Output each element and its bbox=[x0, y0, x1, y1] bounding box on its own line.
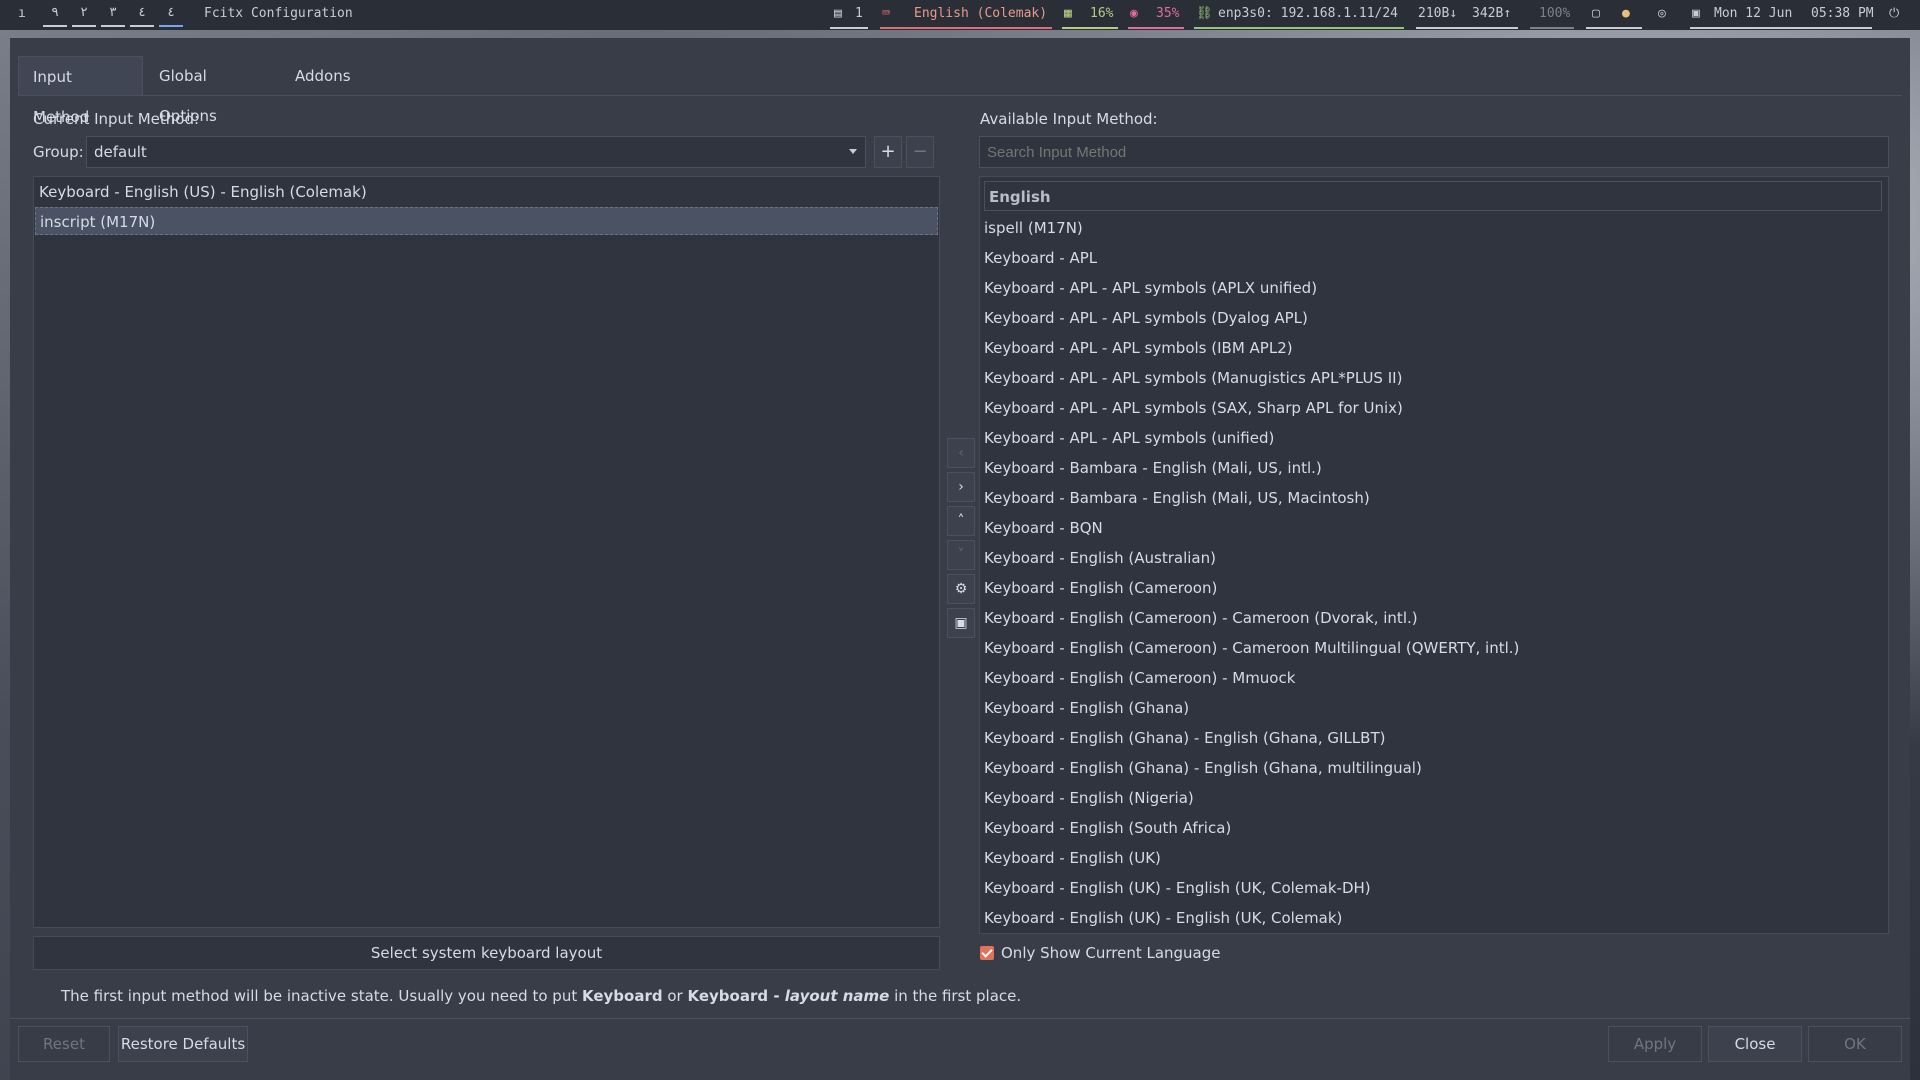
cpu-usage: 35% bbox=[1156, 6, 1180, 21]
workspace-4[interactable]: ٤ bbox=[130, 5, 154, 27]
window-count: 1 bbox=[855, 6, 863, 21]
group-select-value: default bbox=[94, 143, 147, 161]
chevron-down-icon: ˅ bbox=[957, 547, 965, 563]
privacy-eye-icon[interactable]: ◎ bbox=[1658, 6, 1666, 21]
available-im-item[interactable]: Keyboard - English (Cameroon) bbox=[984, 573, 1217, 603]
available-im-item[interactable]: Keyboard - APL - APL symbols (APLX unifi… bbox=[984, 273, 1317, 303]
list-item[interactable]: Keyboard - English (US) - English (Colem… bbox=[35, 178, 938, 206]
available-im-list: English ispell (M17N) Keyboard - APL Keybo… bbox=[979, 176, 1889, 934]
current-im-title: Current Input Method: bbox=[33, 110, 200, 128]
chevron-right-icon: › bbox=[958, 479, 964, 495]
available-im-item[interactable]: Keyboard - English (Australian) bbox=[984, 543, 1216, 573]
tab-input-method[interactable]: Input Method bbox=[18, 56, 143, 126]
tab-global-options[interactable]: Global Options bbox=[145, 56, 231, 125]
screen-icon[interactable]: ▢ bbox=[1592, 6, 1600, 21]
group-select[interactable]: default bbox=[86, 136, 866, 168]
calendar-icon: ▣ bbox=[1692, 6, 1700, 21]
hint-text: The first input method will be inactive … bbox=[61, 987, 1022, 1005]
gear-icon: ⚙ bbox=[954, 581, 968, 597]
memory-icon: ▦ bbox=[1064, 6, 1072, 21]
move-up-button[interactable]: ˄ bbox=[947, 506, 975, 536]
network-icon: ⛓ bbox=[1196, 6, 1213, 21]
date-text: Mon 12 Jun bbox=[1714, 6, 1793, 21]
tab-divider bbox=[18, 95, 1902, 96]
apply-button[interactable]: Apply bbox=[1608, 1026, 1702, 1062]
select-keyboard-layout-button[interactable]: Select system keyboard layout bbox=[33, 936, 940, 970]
close-button[interactable]: Close bbox=[1708, 1026, 1802, 1062]
configure-button[interactable]: ⚙ bbox=[947, 574, 975, 604]
tray-icon[interactable]: ● bbox=[1622, 6, 1630, 21]
available-im-item[interactable]: ispell (M17N) bbox=[984, 213, 1083, 243]
time-text: 05:38 PM bbox=[1811, 6, 1874, 21]
group-header: English bbox=[984, 181, 1882, 211]
workspace-5[interactable]: ٤ bbox=[159, 5, 183, 27]
available-im-item[interactable]: Keyboard - English (UK) bbox=[984, 843, 1161, 873]
menu-indicator: ı bbox=[18, 6, 26, 21]
available-im-item[interactable]: Keyboard - APL bbox=[984, 243, 1097, 273]
chevron-down-icon bbox=[849, 149, 857, 154]
window-title: Fcitx Configuration bbox=[204, 6, 353, 21]
chevron-up-icon: ˄ bbox=[957, 513, 965, 529]
group-label: Group: bbox=[33, 143, 84, 161]
add-group-button[interactable]: + bbox=[874, 136, 902, 168]
move-left-button[interactable]: ‹ bbox=[947, 438, 975, 468]
upload-rate: 342B↑ bbox=[1472, 6, 1512, 21]
available-im-item[interactable]: Keyboard - APL - APL symbols (IBM APL2) bbox=[984, 333, 1293, 363]
available-im-item[interactable]: Keyboard - English (Ghana) - English (Gh… bbox=[984, 753, 1422, 783]
cpu-icon: ◉ bbox=[1130, 6, 1138, 21]
network-status: enp3s0: 192.168.1.11/24 bbox=[1218, 6, 1399, 21]
current-im-list: Keyboard - English (US) - English (Colem… bbox=[33, 176, 940, 928]
only-current-language-label[interactable]: Only Show Current Language bbox=[1001, 944, 1221, 962]
layout-preview-button[interactable]: ▣ bbox=[947, 608, 975, 638]
list-item-selected[interactable]: inscript (M17N) bbox=[35, 207, 938, 235]
available-im-item[interactable]: Keyboard - APL - APL symbols (Manugistic… bbox=[984, 363, 1402, 393]
available-im-title: Available Input Method: bbox=[980, 110, 1158, 128]
search-input[interactable] bbox=[979, 136, 1889, 168]
available-im-item[interactable]: Keyboard - English (UK) - English (UK, C… bbox=[984, 903, 1342, 933]
power-icon[interactable]: ⏻ bbox=[1889, 6, 1899, 21]
volume-level[interactable]: 100% bbox=[1539, 6, 1570, 21]
workspace-2[interactable]: ٢ bbox=[72, 5, 96, 27]
available-im-item[interactable]: Keyboard - English (Nigeria) bbox=[984, 783, 1194, 813]
available-im-item[interactable]: Keyboard - English (Ghana) - English (Gh… bbox=[984, 723, 1385, 753]
keyboard-icon: ⌨ bbox=[882, 6, 890, 21]
keyboard-layout-icon: ▣ bbox=[954, 615, 968, 631]
available-im-item[interactable]: Keyboard - APL - APL symbols (SAX, Sharp… bbox=[984, 393, 1403, 423]
restore-defaults-button[interactable]: Restore Defaults bbox=[118, 1026, 248, 1062]
workspace-1[interactable]: ٩ bbox=[43, 5, 67, 27]
window-list-icon: ▤ bbox=[834, 6, 842, 21]
available-im-item[interactable]: Keyboard - English (Cameroon) - Cameroon… bbox=[984, 633, 1519, 663]
move-down-button[interactable]: ˅ bbox=[947, 540, 975, 570]
available-im-item[interactable]: Keyboard - English (Ghana) bbox=[984, 693, 1189, 723]
available-im-item[interactable]: Keyboard - APL - APL symbols (Dyalog APL… bbox=[984, 303, 1308, 333]
available-im-item[interactable]: Keyboard - Bambara - English (Mali, US, … bbox=[984, 483, 1370, 513]
available-im-item[interactable]: Keyboard - English (Cameroon) - Cameroon… bbox=[984, 603, 1418, 633]
tab-addons[interactable]: Addons bbox=[281, 56, 365, 96]
remove-group-button[interactable]: − bbox=[906, 136, 934, 168]
workspace-3[interactable]: ٣ bbox=[101, 5, 125, 27]
keyboard-layout[interactable]: English (Colemak) bbox=[914, 6, 1047, 21]
move-right-button[interactable]: › bbox=[947, 472, 975, 502]
reset-button[interactable]: Reset bbox=[18, 1026, 110, 1062]
memory-usage: 16% bbox=[1090, 6, 1114, 21]
ok-button[interactable]: OK bbox=[1808, 1026, 1902, 1062]
available-im-item[interactable]: Keyboard - Bambara - English (Mali, US, … bbox=[984, 453, 1322, 483]
only-current-language-checkbox[interactable] bbox=[980, 946, 994, 960]
fcitx-config-dialog: Input Method Global Options Addons Curre… bbox=[10, 38, 1910, 1080]
available-im-item[interactable]: Keyboard - APL - APL symbols (unified) bbox=[984, 423, 1274, 453]
top-status-bar: ı ٩ ٢ ٣ ٤ ٤ Fcitx Configuration ▤ 1 ⌨ En… bbox=[0, 0, 1920, 30]
available-im-item[interactable]: Keyboard - English (South Africa) bbox=[984, 813, 1231, 843]
chevron-left-icon: ‹ bbox=[958, 445, 964, 461]
download-rate: 210B↓ bbox=[1418, 6, 1458, 21]
footer-divider bbox=[10, 1018, 1910, 1019]
available-im-item[interactable]: Keyboard - English (Cameroon) - Mmuock bbox=[984, 663, 1295, 693]
available-im-item[interactable]: Keyboard - BQN bbox=[984, 513, 1103, 543]
available-im-item[interactable]: Keyboard - English (UK) - English (UK, C… bbox=[984, 873, 1371, 903]
